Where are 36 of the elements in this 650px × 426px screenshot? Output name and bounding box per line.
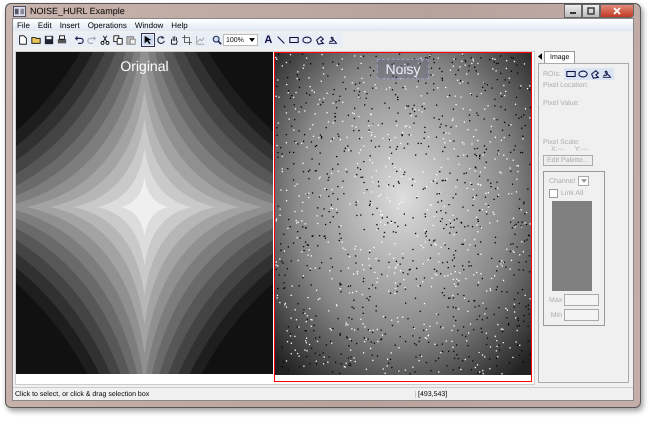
rotate-icon[interactable] bbox=[156, 35, 166, 45]
freehand-icon[interactable] bbox=[328, 35, 338, 45]
image-label: Original bbox=[120, 58, 169, 74]
paste-icon[interactable] bbox=[126, 35, 136, 45]
line-icon[interactable] bbox=[276, 35, 286, 45]
magnifier-icon[interactable] bbox=[212, 35, 222, 45]
hand-icon[interactable] bbox=[168, 35, 178, 45]
pointer-icon[interactable] bbox=[142, 35, 152, 45]
maximize-icon[interactable] bbox=[586, 7, 596, 15]
close-button[interactable] bbox=[600, 4, 634, 18]
collapse-arrow-icon[interactable] bbox=[538, 53, 542, 60]
scissors-icon[interactable] bbox=[100, 35, 110, 45]
ellipse-icon[interactable] bbox=[302, 35, 312, 45]
polygon-icon[interactable] bbox=[315, 35, 326, 45]
close-icon[interactable] bbox=[612, 7, 622, 15]
menu-item[interactable]: File bbox=[13, 20, 34, 30]
text-tool[interactable]: A bbox=[264, 34, 272, 46]
folder-icon[interactable] bbox=[30, 35, 40, 45]
copy-icon[interactable] bbox=[112, 35, 122, 45]
window-title: NOISE_HURL Example bbox=[30, 6, 125, 16]
maximize-button[interactable] bbox=[582, 4, 600, 18]
save-icon[interactable] bbox=[44, 35, 54, 45]
app-icon bbox=[13, 6, 26, 16]
minimize-button[interactable] bbox=[564, 4, 582, 18]
menu-item[interactable]: Operations bbox=[84, 20, 131, 30]
image-label: Noisy bbox=[377, 59, 428, 79]
crop-icon[interactable] bbox=[182, 35, 192, 45]
menu-item[interactable]: Insert bbox=[56, 20, 84, 30]
new-file-icon[interactable] bbox=[18, 35, 28, 45]
menu-item[interactable]: Help bbox=[167, 20, 192, 30]
rectangle-icon[interactable] bbox=[289, 35, 300, 45]
undo-icon[interactable] bbox=[74, 35, 84, 45]
caret-icon[interactable] bbox=[248, 38, 255, 42]
print-icon[interactable] bbox=[56, 35, 66, 45]
menu-item[interactable]: Edit bbox=[34, 20, 56, 30]
menu-item[interactable]: Window bbox=[130, 20, 168, 30]
